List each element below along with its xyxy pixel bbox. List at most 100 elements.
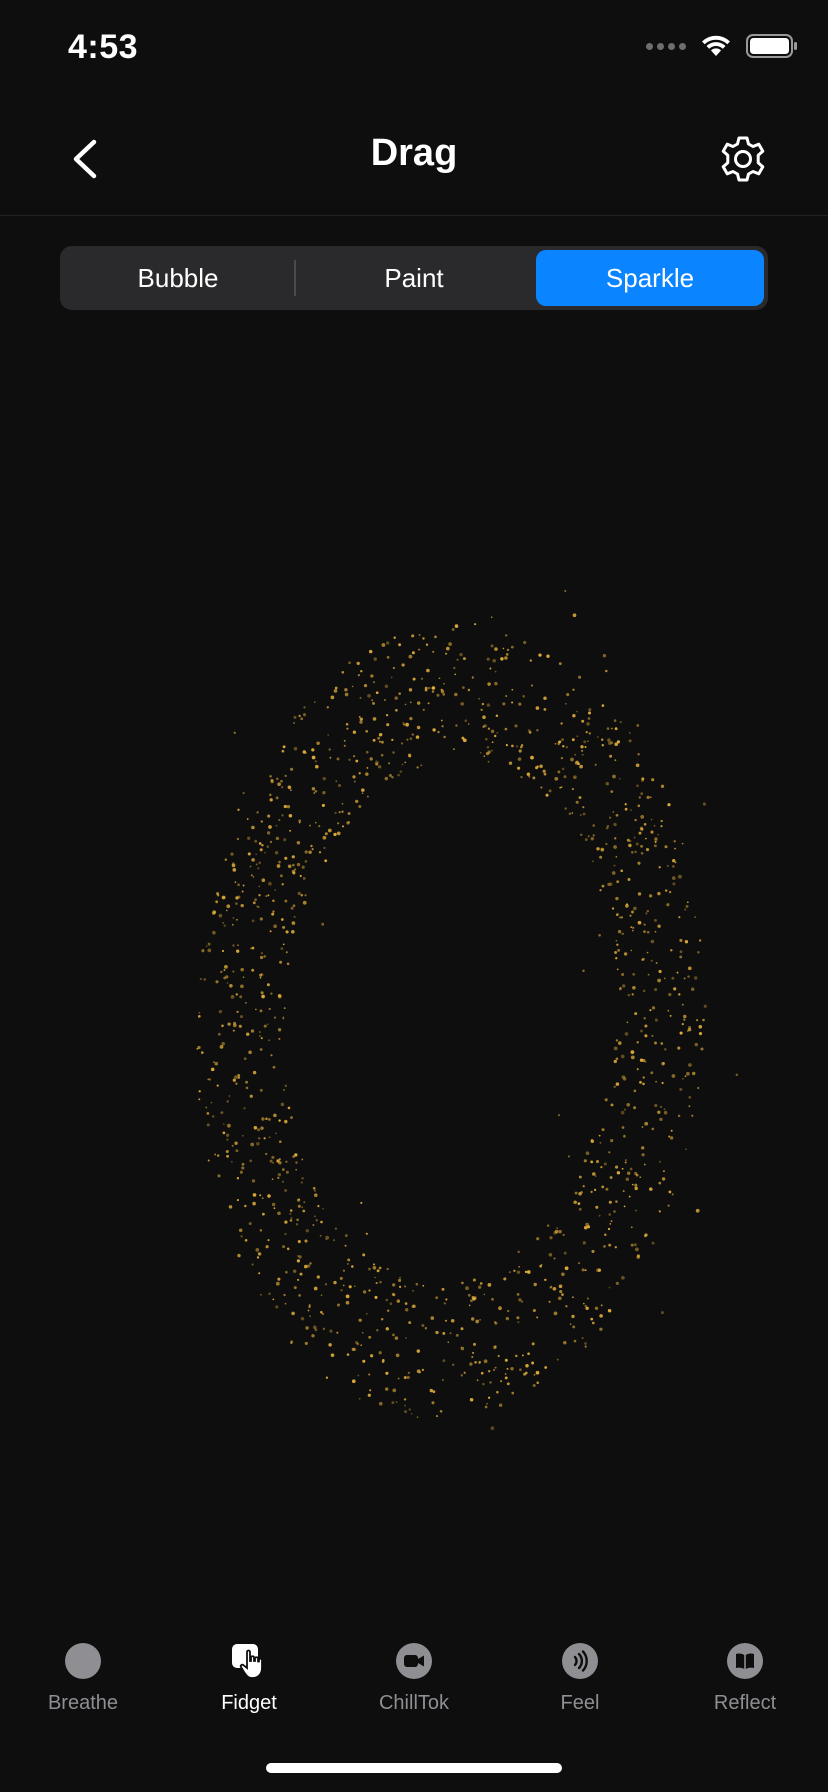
- sparkle-particle: [676, 971, 679, 974]
- sparkle-particle: [250, 874, 253, 877]
- sparkle-particle: [530, 684, 534, 687]
- sparkle-particle: [442, 1379, 444, 1381]
- sparkle-particle: [321, 922, 325, 926]
- sparkle-particle: [578, 1207, 582, 1211]
- sparkle-particle: [610, 1139, 614, 1143]
- sparkle-particle: [605, 669, 608, 673]
- segment-paint[interactable]: Paint: [300, 250, 528, 306]
- sparkle-particle: [648, 894, 653, 898]
- sparkle-particle: [567, 1155, 570, 1158]
- sparkle-particle: [245, 1086, 249, 1090]
- sparkle-particle: [525, 1364, 529, 1368]
- sparkle-particle: [518, 1298, 522, 1302]
- sparkle-particle: [598, 933, 601, 937]
- segment-bubble[interactable]: Bubble: [64, 250, 292, 306]
- sparkle-particle: [269, 775, 272, 778]
- sparkle-particle: [291, 855, 295, 859]
- sparkle-particle: [231, 1144, 234, 1147]
- tab-fidget[interactable]: Fidget: [166, 1612, 332, 1715]
- sparkle-particle: [397, 773, 400, 777]
- sparkle-particle: [590, 1139, 595, 1144]
- sparkle-particle: [614, 951, 618, 954]
- sparkle-particle: [424, 688, 428, 692]
- sparkle-particle: [216, 1084, 219, 1087]
- sparkle-particle: [623, 1108, 626, 1111]
- sparkle-particle: [629, 840, 632, 843]
- sparkle-particle: [358, 805, 362, 808]
- sparkle-particle: [629, 914, 632, 917]
- sparkle-particle: [215, 900, 219, 904]
- sparkle-particle: [531, 1342, 535, 1346]
- sparkle-particle: [621, 972, 625, 977]
- sparkle-particle: [646, 909, 649, 913]
- sparkle-particle: [377, 765, 382, 769]
- sparkle-particle: [615, 1281, 620, 1286]
- segment-sparkle[interactable]: Sparkle: [536, 250, 764, 306]
- sparkle-particle: [249, 1094, 253, 1098]
- sparkle-particle: [561, 1293, 564, 1296]
- sparkle-particle: [631, 993, 634, 996]
- sparkle-particle: [599, 1141, 602, 1144]
- sparkle-particle: [517, 766, 521, 770]
- sparkle-particle: [519, 1368, 522, 1372]
- sparkle-particle: [336, 831, 341, 836]
- sparkle-particle: [422, 1284, 425, 1287]
- sparkle-particle: [610, 1103, 614, 1107]
- sparkle-particle: [328, 1343, 332, 1347]
- settings-button[interactable]: [718, 134, 768, 184]
- sparkle-particle: [594, 1306, 599, 1310]
- sparkle-particle: [258, 1031, 261, 1033]
- sparkle-particle: [579, 833, 583, 837]
- tab-feel[interactable]: Feel: [497, 1612, 663, 1715]
- sparkle-particle: [395, 1401, 398, 1403]
- sparkle-particle: [478, 1362, 481, 1365]
- sparkle-particle: [628, 1195, 631, 1198]
- sparkle-particle: [381, 1360, 385, 1363]
- sparkle-particle: [664, 845, 668, 849]
- sparkle-particle: [372, 1265, 377, 1270]
- sparkle-particle: [297, 1240, 301, 1244]
- sparkle-particle: [582, 969, 585, 972]
- sparkle-particle: [420, 677, 424, 680]
- sparkle-particle: [197, 1015, 201, 1018]
- sparkle-particle: [626, 1021, 629, 1024]
- sparkle-particle: [335, 780, 338, 783]
- sparkle-particle: [515, 745, 519, 748]
- sparkle-particle: [658, 866, 661, 869]
- gear-icon: [721, 136, 765, 182]
- sparkle-particle: [314, 789, 318, 793]
- sparkle-particle: [644, 1024, 648, 1028]
- sparkle-particle: [336, 1303, 341, 1307]
- sparkle-particle: [291, 1311, 295, 1316]
- sparkle-particle: [487, 1369, 491, 1373]
- sparkle-particle: [667, 1009, 670, 1012]
- sparkle-particle: [505, 634, 508, 637]
- sparkle-particle: [657, 924, 661, 928]
- sparkle-particle: [314, 1328, 318, 1332]
- tab-reflect-label: Reflect: [713, 1692, 777, 1714]
- sparkle-particle: [255, 853, 258, 856]
- sparkle-particle: [240, 903, 244, 908]
- sparkle-canvas[interactable]: [0, 330, 828, 1590]
- sparkle-particle: [572, 1325, 576, 1329]
- sparkle-particle: [603, 1162, 607, 1166]
- tab-reflect[interactable]: Reflect: [662, 1612, 828, 1715]
- sparkle-particle: [295, 1161, 298, 1164]
- tab-chilltok[interactable]: ChillTok: [331, 1612, 497, 1715]
- tab-breathe[interactable]: Breathe: [0, 1612, 166, 1715]
- sparkle-particle: [345, 722, 349, 726]
- sparkle-particle: [599, 1314, 603, 1318]
- sparkle-particle: [235, 993, 238, 996]
- sparkle-particle: [242, 792, 245, 795]
- sparkle-particle: [491, 1297, 494, 1301]
- sparkle-particle: [471, 1317, 475, 1321]
- sparkle-particle: [637, 804, 641, 808]
- sparkle-particle: [615, 813, 619, 817]
- sparkle-particle: [284, 1302, 287, 1305]
- sparkle-particle: [654, 930, 657, 933]
- sparkle-particle: [523, 1372, 527, 1376]
- sparkle-particle: [460, 702, 464, 706]
- sparkle-particle: [461, 1281, 464, 1285]
- sparkle-particle: [355, 759, 359, 763]
- sparkle-particle: [323, 846, 326, 850]
